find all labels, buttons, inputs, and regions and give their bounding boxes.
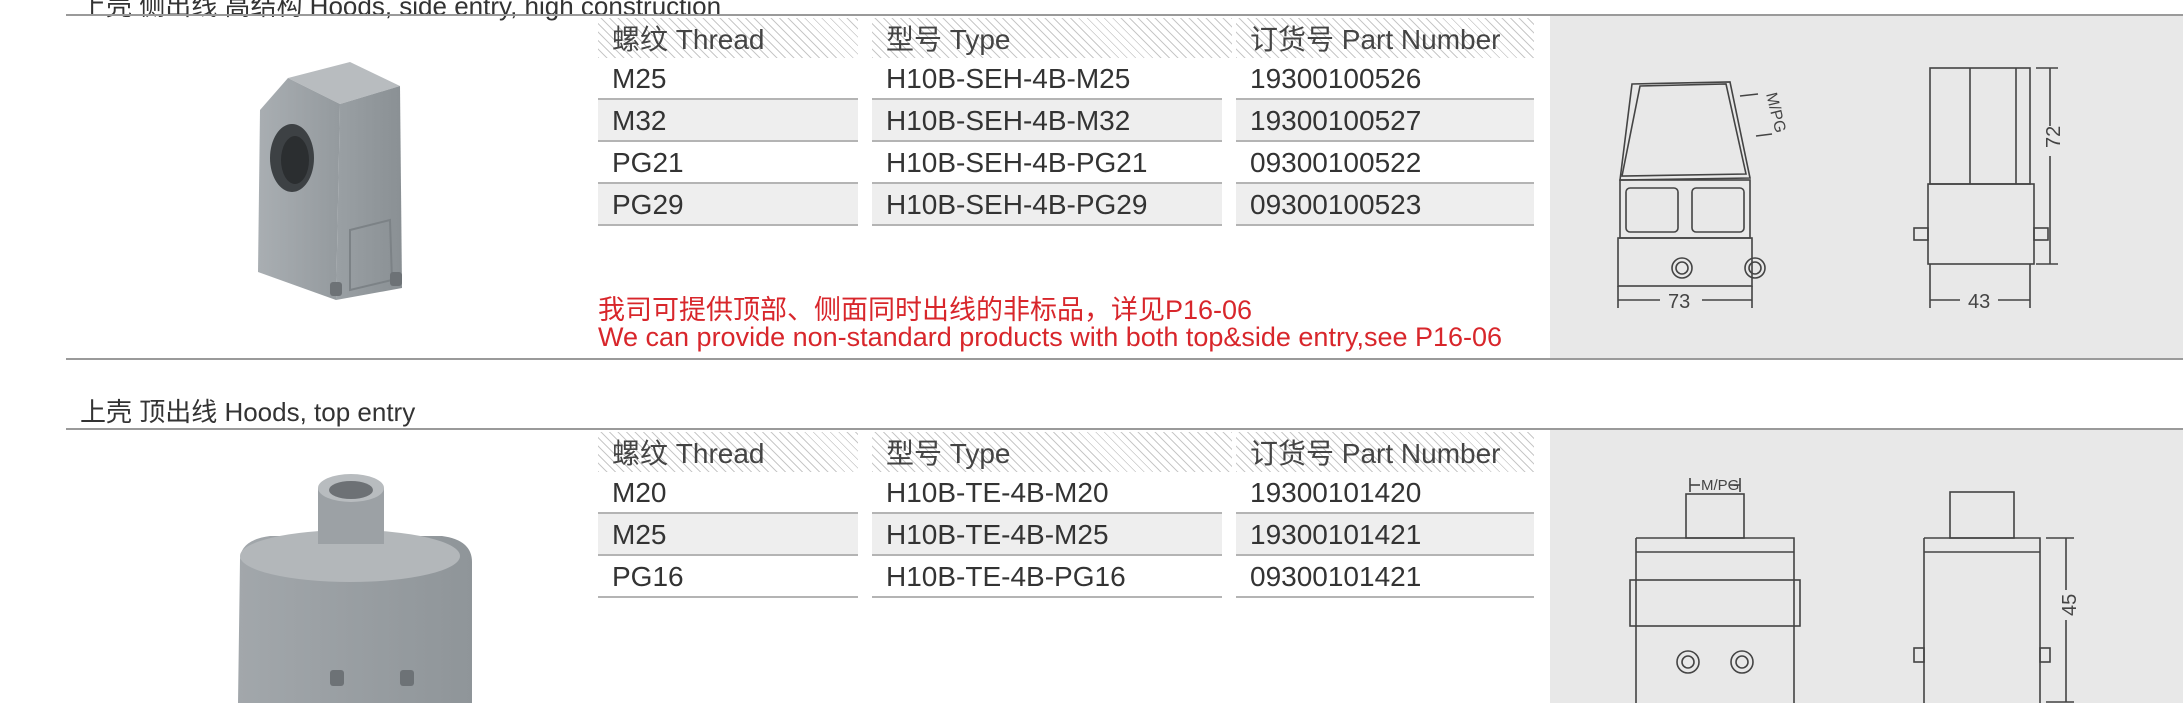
dim-depth-label: 43 [1968, 291, 1990, 313]
cell-type: H10B-SEH-4B-M25 [886, 63, 1131, 94]
cell-part-number: 19300100526 [1250, 63, 1422, 94]
row-divider [1236, 224, 1534, 226]
cell-type: H10B-SEH-4B-PG29 [886, 189, 1148, 220]
note-english: We can provide non-standard products wit… [598, 322, 1503, 352]
cell-thread: PG29 [612, 189, 684, 220]
cell-part-number: 19300100527 [1250, 105, 1422, 136]
cell-type: H10B-TE-4B-M25 [886, 519, 1109, 550]
table-row: M20 H10B-TE-4B-M20 19300101420 [598, 472, 1534, 514]
cell-thread: M32 [612, 105, 667, 136]
column-header-type: 型号 Type [872, 432, 1232, 472]
cell-part-number: 09300100523 [1250, 189, 1422, 220]
column-header-part-number: 订货号 Part Number [1236, 432, 1534, 472]
row-divider [598, 224, 858, 226]
row-divider [872, 596, 1222, 598]
cell-thread: PG21 [612, 147, 684, 178]
column-header-thread: 螺纹 Thread [598, 432, 858, 472]
cell-type: H10B-TE-4B-M20 [886, 477, 1109, 508]
cell-thread: M25 [612, 519, 667, 550]
section-divider [66, 358, 2183, 360]
row-divider [598, 596, 858, 598]
product-photo-top-entry-hood [238, 474, 472, 703]
table-row: PG21 H10B-SEH-4B-PG21 09300100522 [598, 142, 1534, 184]
technical-drawing-top-entry: M/PG 45 [1629, 477, 2081, 703]
cell-type: H10B-TE-4B-PG16 [886, 561, 1126, 592]
technical-drawing-side-entry: 73 43 72 M/PG [1617, 67, 2065, 313]
cell-thread: M20 [612, 477, 667, 508]
column-header-part-number: 订货号 Part Number [1236, 18, 1534, 58]
dim-height-label: 45 [2059, 594, 2081, 616]
cell-type: H10B-SEH-4B-M32 [886, 105, 1131, 136]
cell-part-number: 19300101421 [1250, 519, 1422, 550]
cell-part-number: 09300100522 [1250, 147, 1422, 178]
table-row: PG16 H10B-TE-4B-PG16 09300101421 [598, 556, 1534, 598]
thread-dim-label: M/PG [1762, 91, 1788, 135]
product-photo-side-entry-hood [258, 62, 402, 300]
row-divider [1236, 596, 1534, 598]
table-row: M25 H10B-TE-4B-M25 19300101421 [598, 514, 1534, 556]
cell-part-number: 09300101421 [1250, 561, 1422, 592]
column-header-type: 型号 Type [872, 18, 1232, 58]
cell-thread: M25 [612, 63, 667, 94]
section-title-top-entry: 上壳 顶出线 Hoods, top entry [80, 397, 416, 427]
dim-height-label: 72 [2043, 126, 2065, 148]
table-row: M32 H10B-SEH-4B-M32 19300100527 [598, 100, 1534, 142]
row-divider [872, 224, 1222, 226]
column-header-thread: 螺纹 Thread [598, 18, 858, 58]
thread-dim-label: M/PG [1701, 477, 1739, 494]
dim-width-label: 73 [1668, 291, 1690, 313]
table-row: PG29 H10B-SEH-4B-PG29 09300100523 [598, 184, 1534, 226]
cell-part-number: 19300101420 [1250, 477, 1422, 508]
cell-thread: PG16 [612, 561, 684, 592]
cell-type: H10B-SEH-4B-PG21 [886, 147, 1148, 178]
table-row: M25 H10B-SEH-4B-M25 19300100526 [598, 58, 1534, 100]
